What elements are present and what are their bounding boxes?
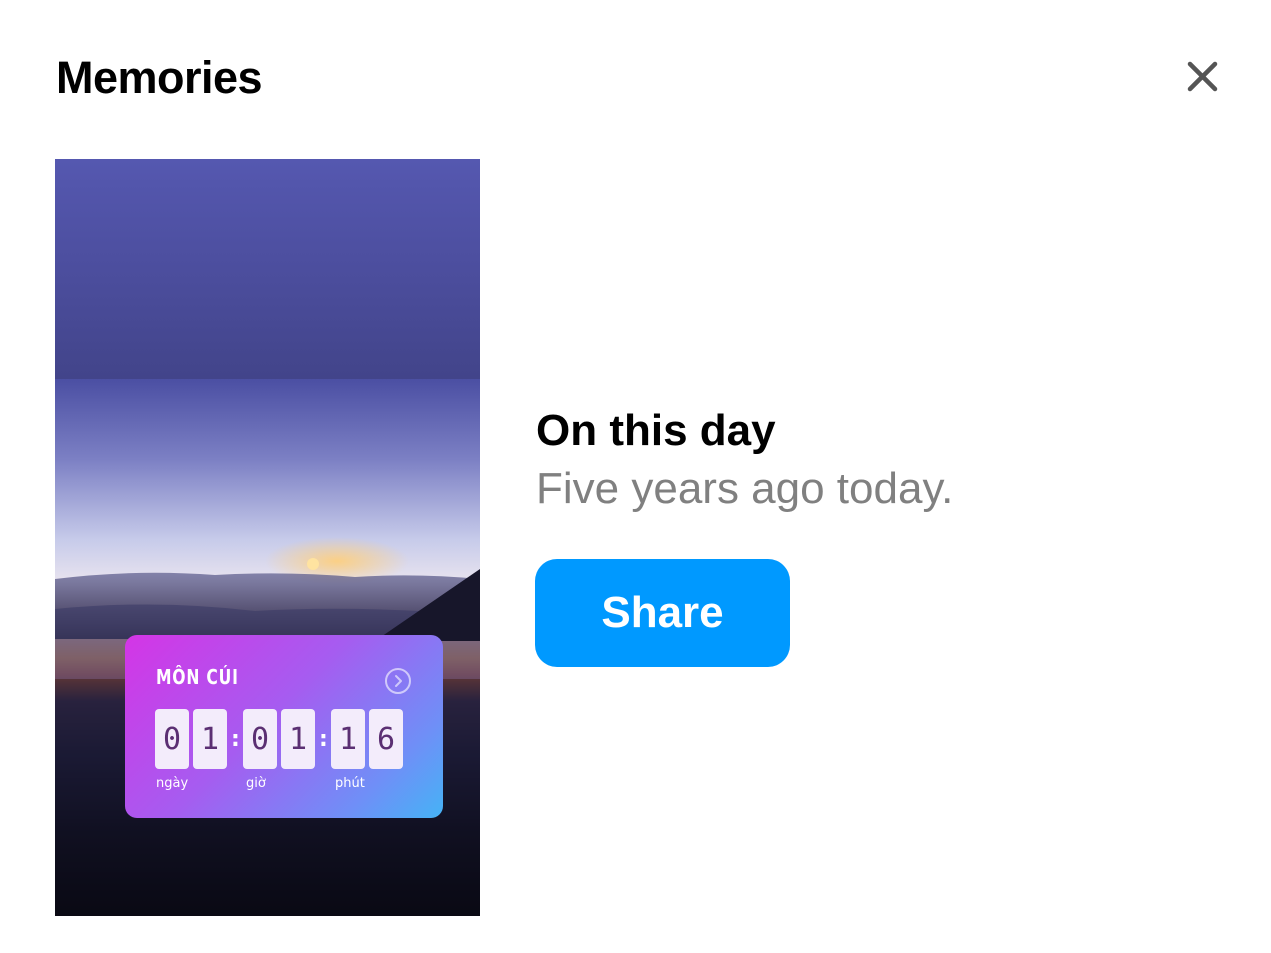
dialog-title: Memories [56, 52, 263, 103]
countdown-digits: 0 1 : 0 1 : 1 6 [155, 708, 407, 770]
close-button[interactable] [1176, 52, 1228, 104]
countdown-unit-hours: giờ [246, 776, 266, 791]
countdown-digit: 6 [369, 709, 403, 769]
close-icon [1187, 61, 1218, 92]
countdown-digit: 1 [281, 709, 315, 769]
countdown-unit-days: ngày [156, 776, 189, 791]
countdown-title: MÔN CÚI [156, 665, 239, 689]
memory-thumbnail[interactable]: MÔN CÚI 0 1 : 0 1 : 1 6 ngày giờ phút [55, 159, 480, 916]
countdown-unit-minutes: phút [335, 776, 365, 791]
countdown-separator: : [319, 726, 328, 752]
countdown-digit: 0 [155, 709, 189, 769]
story-background [55, 159, 480, 379]
chevron-right-circle-icon [384, 667, 412, 695]
countdown-digit: 1 [193, 709, 227, 769]
share-button[interactable]: Share [535, 559, 790, 667]
memory-heading: On this day [536, 406, 776, 455]
countdown-digit: 0 [243, 709, 277, 769]
countdown-separator: : [231, 726, 240, 752]
countdown-sticker: MÔN CÚI 0 1 : 0 1 : 1 6 ngày giờ phút [125, 635, 443, 818]
countdown-digit: 1 [331, 709, 365, 769]
memories-dialog: Memories MÔN CÚI 0 1: 0 1: 1 6 ngày gi… [0, 0, 1271, 953]
memory-subheading: Five years ago today. [536, 464, 954, 513]
